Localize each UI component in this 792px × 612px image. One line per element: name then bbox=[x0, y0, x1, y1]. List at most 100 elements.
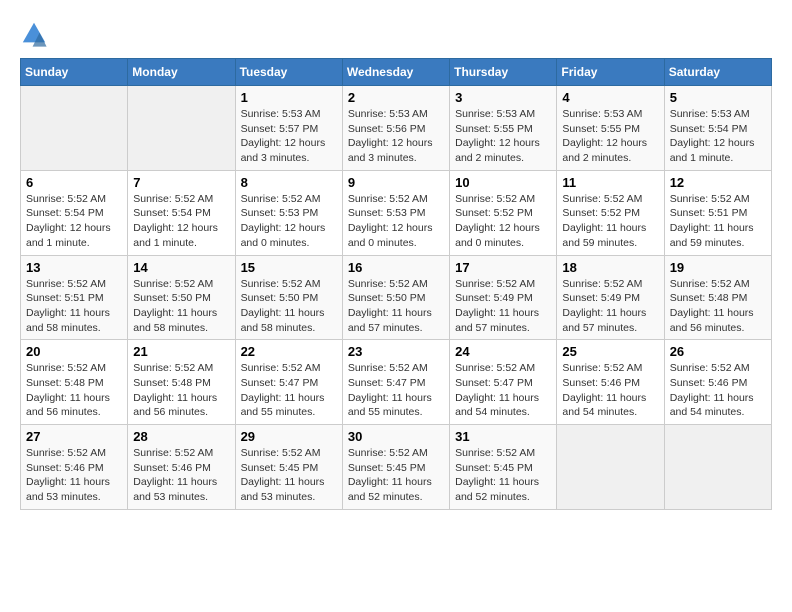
day-number: 1 bbox=[241, 90, 337, 105]
calendar-cell: 17 Sunrise: 5:52 AMSunset: 5:49 PMDayligh… bbox=[450, 255, 557, 340]
calendar-cell: 31 Sunrise: 5:52 AMSunset: 5:45 PMDayligh… bbox=[450, 425, 557, 510]
day-number: 6 bbox=[26, 175, 122, 190]
calendar-cell: 26 Sunrise: 5:52 AMSunset: 5:46 PMDayligh… bbox=[664, 340, 771, 425]
logo bbox=[20, 20, 54, 48]
day-info: Sunrise: 5:53 AMSunset: 5:56 PMDaylight:… bbox=[348, 107, 444, 166]
day-number: 30 bbox=[348, 429, 444, 444]
calendar-header-saturday: Saturday bbox=[664, 59, 771, 86]
calendar-cell: 30 Sunrise: 5:52 AMSunset: 5:45 PMDayligh… bbox=[342, 425, 449, 510]
calendar-header-sunday: Sunday bbox=[21, 59, 128, 86]
day-number: 24 bbox=[455, 344, 551, 359]
calendar-cell: 16Sunrise: 5:52 AMSunset: 5:50 PMDayligh… bbox=[342, 255, 449, 340]
calendar-cell: 2Sunrise: 5:53 AMSunset: 5:56 PMDaylight… bbox=[342, 86, 449, 171]
day-number: 16 bbox=[348, 260, 444, 275]
day-info: Sunrise: 5:53 AMSunset: 5:57 PMDaylight:… bbox=[241, 107, 337, 166]
day-number: 26 bbox=[670, 344, 766, 359]
day-info: Sunrise: 5:52 AMSunset: 5:47 PMDaylight:… bbox=[241, 361, 337, 420]
day-info: Sunrise: 5:52 AMSunset: 5:50 PMDaylight:… bbox=[241, 277, 337, 336]
calendar-header-wednesday: Wednesday bbox=[342, 59, 449, 86]
day-info: Sunrise: 5:52 AMSunset: 5:48 PMDaylight:… bbox=[670, 277, 766, 336]
calendar-cell: 14 Sunrise: 5:52 AMSunset: 5:50 PMDayligh… bbox=[128, 255, 235, 340]
day-info: Sunrise: 5:52 AMSunset: 5:53 PMDaylight:… bbox=[241, 192, 337, 251]
day-info: Sunrise: 5:52 AMSunset: 5:54 PMDaylight:… bbox=[133, 192, 229, 251]
day-number: 4 bbox=[562, 90, 658, 105]
day-number: 22 bbox=[241, 344, 337, 359]
day-info: Sunrise: 5:53 AMSunset: 5:54 PMDaylight:… bbox=[670, 107, 766, 166]
calendar-cell: 15 Sunrise: 5:52 AMSunset: 5:50 PMDayligh… bbox=[235, 255, 342, 340]
calendar-header-row: SundayMondayTuesdayWednesdayThursdayFrid… bbox=[21, 59, 772, 86]
page-header bbox=[20, 20, 772, 48]
calendar-cell: 18 Sunrise: 5:52 AMSunset: 5:49 PMDayligh… bbox=[557, 255, 664, 340]
calendar-cell: 20Sunrise: 5:52 AMSunset: 5:48 PMDayligh… bbox=[21, 340, 128, 425]
calendar-cell bbox=[664, 425, 771, 510]
calendar-week-2: 6 Sunrise: 5:52 AMSunset: 5:54 PMDaylight… bbox=[21, 170, 772, 255]
calendar-cell: 6 Sunrise: 5:52 AMSunset: 5:54 PMDaylight… bbox=[21, 170, 128, 255]
day-info: Sunrise: 5:52 AMSunset: 5:50 PMDaylight:… bbox=[133, 277, 229, 336]
calendar-cell bbox=[557, 425, 664, 510]
day-info: Sunrise: 5:53 AMSunset: 5:55 PMDaylight:… bbox=[455, 107, 551, 166]
day-info: Sunrise: 5:52 AMSunset: 5:52 PMDaylight:… bbox=[562, 192, 658, 251]
day-number: 17 bbox=[455, 260, 551, 275]
calendar-cell: 29 Sunrise: 5:52 AMSunset: 5:45 PMDayligh… bbox=[235, 425, 342, 510]
day-info: Sunrise: 5:52 AMSunset: 5:47 PMDaylight:… bbox=[348, 361, 444, 420]
day-number: 7 bbox=[133, 175, 229, 190]
day-number: 13 bbox=[26, 260, 122, 275]
day-info: Sunrise: 5:52 AMSunset: 5:46 PMDaylight:… bbox=[133, 446, 229, 505]
calendar-cell: 11Sunrise: 5:52 AMSunset: 5:52 PMDayligh… bbox=[557, 170, 664, 255]
calendar-cell: 28 Sunrise: 5:52 AMSunset: 5:46 PMDayligh… bbox=[128, 425, 235, 510]
day-info: Sunrise: 5:52 AMSunset: 5:49 PMDaylight:… bbox=[562, 277, 658, 336]
calendar-cell: 27Sunrise: 5:52 AMSunset: 5:46 PMDayligh… bbox=[21, 425, 128, 510]
calendar-cell: 9Sunrise: 5:52 AMSunset: 5:53 PMDaylight… bbox=[342, 170, 449, 255]
day-number: 14 bbox=[133, 260, 229, 275]
day-info: Sunrise: 5:52 AMSunset: 5:54 PMDaylight:… bbox=[26, 192, 122, 251]
calendar-week-3: 13 Sunrise: 5:52 AMSunset: 5:51 PMDayligh… bbox=[21, 255, 772, 340]
day-number: 15 bbox=[241, 260, 337, 275]
day-number: 29 bbox=[241, 429, 337, 444]
calendar-cell bbox=[21, 86, 128, 171]
day-number: 28 bbox=[133, 429, 229, 444]
day-info: Sunrise: 5:52 AMSunset: 5:45 PMDaylight:… bbox=[455, 446, 551, 505]
day-number: 3 bbox=[455, 90, 551, 105]
calendar-cell: 5Sunrise: 5:53 AMSunset: 5:54 PMDaylight… bbox=[664, 86, 771, 171]
calendar-cell: 24 Sunrise: 5:52 AMSunset: 5:47 PMDayligh… bbox=[450, 340, 557, 425]
day-number: 12 bbox=[670, 175, 766, 190]
day-info: Sunrise: 5:52 AMSunset: 5:51 PMDaylight:… bbox=[670, 192, 766, 251]
calendar-cell bbox=[128, 86, 235, 171]
calendar-week-4: 20Sunrise: 5:52 AMSunset: 5:48 PMDayligh… bbox=[21, 340, 772, 425]
day-info: Sunrise: 5:52 AMSunset: 5:49 PMDaylight:… bbox=[455, 277, 551, 336]
day-number: 23 bbox=[348, 344, 444, 359]
calendar-cell: 22 Sunrise: 5:52 AMSunset: 5:47 PMDayligh… bbox=[235, 340, 342, 425]
calendar-cell: 21Sunrise: 5:52 AMSunset: 5:48 PMDayligh… bbox=[128, 340, 235, 425]
calendar-cell: 19 Sunrise: 5:52 AMSunset: 5:48 PMDayligh… bbox=[664, 255, 771, 340]
day-info: Sunrise: 5:52 AMSunset: 5:47 PMDaylight:… bbox=[455, 361, 551, 420]
calendar-table: SundayMondayTuesdayWednesdayThursdayFrid… bbox=[20, 58, 772, 510]
calendar-header-thursday: Thursday bbox=[450, 59, 557, 86]
calendar-cell: 23 Sunrise: 5:52 AMSunset: 5:47 PMDayligh… bbox=[342, 340, 449, 425]
day-info: Sunrise: 5:52 AMSunset: 5:52 PMDaylight:… bbox=[455, 192, 551, 251]
calendar-header-friday: Friday bbox=[557, 59, 664, 86]
calendar-cell: 3 Sunrise: 5:53 AMSunset: 5:55 PMDaylight… bbox=[450, 86, 557, 171]
day-number: 25 bbox=[562, 344, 658, 359]
day-info: Sunrise: 5:52 AMSunset: 5:53 PMDaylight:… bbox=[348, 192, 444, 251]
day-number: 8 bbox=[241, 175, 337, 190]
day-info: Sunrise: 5:52 AMSunset: 5:46 PMDaylight:… bbox=[670, 361, 766, 420]
day-number: 20 bbox=[26, 344, 122, 359]
calendar-cell: 10 Sunrise: 5:52 AMSunset: 5:52 PMDayligh… bbox=[450, 170, 557, 255]
day-info: Sunrise: 5:52 AMSunset: 5:45 PMDaylight:… bbox=[348, 446, 444, 505]
calendar-week-1: 1 Sunrise: 5:53 AMSunset: 5:57 PMDaylight… bbox=[21, 86, 772, 171]
day-number: 10 bbox=[455, 175, 551, 190]
calendar-cell: 7 Sunrise: 5:52 AMSunset: 5:54 PMDaylight… bbox=[128, 170, 235, 255]
calendar-cell: 1 Sunrise: 5:53 AMSunset: 5:57 PMDaylight… bbox=[235, 86, 342, 171]
calendar-week-5: 27Sunrise: 5:52 AMSunset: 5:46 PMDayligh… bbox=[21, 425, 772, 510]
day-info: Sunrise: 5:52 AMSunset: 5:45 PMDaylight:… bbox=[241, 446, 337, 505]
day-info: Sunrise: 5:52 AMSunset: 5:51 PMDaylight:… bbox=[26, 277, 122, 336]
calendar-cell: 13 Sunrise: 5:52 AMSunset: 5:51 PMDayligh… bbox=[21, 255, 128, 340]
day-number: 18 bbox=[562, 260, 658, 275]
calendar-header-monday: Monday bbox=[128, 59, 235, 86]
calendar-cell: 8 Sunrise: 5:52 AMSunset: 5:53 PMDaylight… bbox=[235, 170, 342, 255]
calendar-cell: 12 Sunrise: 5:52 AMSunset: 5:51 PMDayligh… bbox=[664, 170, 771, 255]
day-number: 31 bbox=[455, 429, 551, 444]
day-info: Sunrise: 5:52 AMSunset: 5:46 PMDaylight:… bbox=[562, 361, 658, 420]
calendar-cell: 4Sunrise: 5:53 AMSunset: 5:55 PMDaylight… bbox=[557, 86, 664, 171]
day-number: 19 bbox=[670, 260, 766, 275]
